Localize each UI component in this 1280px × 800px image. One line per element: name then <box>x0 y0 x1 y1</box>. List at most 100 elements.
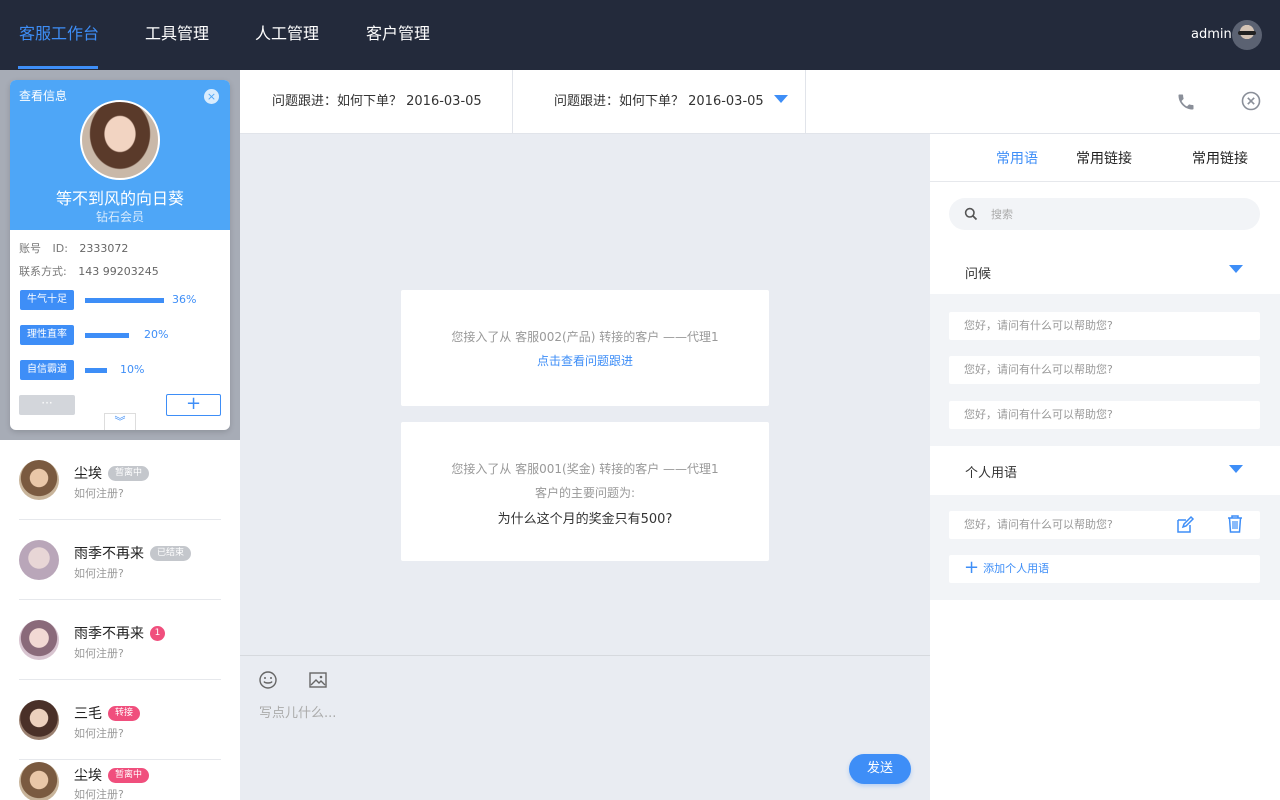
customer-card-header: 查看信息 × 等不到风的向日葵 钻石会员 <box>10 80 230 230</box>
unread-count-badge: 1 <box>150 625 165 641</box>
quick-reply-panel: 常用语 常用链接 常用链接 搜索 问候 您好，请问有什么可以帮助您? 您好，请问… <box>930 134 1280 800</box>
dropdown-caret-icon[interactable] <box>773 95 788 103</box>
conversation-name: 三毛 转接 <box>74 703 141 723</box>
trait-tag[interactable]: 牛气十足 <box>20 290 74 310</box>
conversation-name: 尘埃 暂离中 <box>74 463 150 483</box>
avatar <box>19 620 59 660</box>
conversation-name: 雨季不再来 1 <box>74 623 165 643</box>
transfer-notice: 您接入了从 客服001(奖金) 转接的客户 ——代理1 <box>451 462 719 476</box>
add-phrase-label: 添加个人用语 <box>983 562 1050 575</box>
phrase-item[interactable]: 您好，请问有什么可以帮助您? <box>949 312 1260 340</box>
greeting-section-title[interactable]: 问候 <box>965 263 991 282</box>
edit-icon[interactable] <box>1175 515 1195 535</box>
contact-value: 143 99203245 <box>78 265 159 278</box>
customer-level: 钻石会员 <box>95 210 144 224</box>
trait-percent: 36% <box>172 293 197 306</box>
session-tab-active[interactable]: 问题跟进：如何下单？ 2016-03-05 <box>554 70 788 133</box>
customer-avatar <box>80 100 160 180</box>
id-value: 2333072 <box>79 242 129 255</box>
plus-icon: + <box>964 557 980 578</box>
tab-common-links-2[interactable]: 常用链接 <box>1192 148 1248 168</box>
account-id-row: 账号 ID: 2333072 <box>19 240 128 256</box>
top-nav-bar: 客服工作台 工具管理 人工管理 客户管理 admin <box>0 0 1280 70</box>
tab-common-phrases[interactable]: 常用语 <box>996 148 1038 168</box>
nav-active-indicator <box>18 66 98 69</box>
conversation-item[interactable]: 尘埃 暂离中 如何注册? <box>0 440 240 520</box>
customer-info-card: 查看信息 × 等不到风的向日葵 钻石会员 账号 ID: 2333072 联系方式… <box>10 80 230 430</box>
trait-percent: 20% <box>144 328 169 341</box>
conversation-item[interactable]: 雨季不再来 1 如何注册? <box>0 600 240 680</box>
trait-percent: 10% <box>120 363 145 376</box>
close-session-icon[interactable] <box>1241 91 1261 111</box>
system-message: 您接入了从 客服001(奖金) 转接的客户 ——代理1 客户的主要问题为: 为什… <box>401 422 769 561</box>
transfer-notice: 您接入了从 客服002(产品) 转接的客户 ——代理1 <box>451 330 719 344</box>
issue-label: 客户的主要问题为: <box>534 486 636 500</box>
trash-icon[interactable] <box>1226 514 1244 534</box>
collapse-caret-icon[interactable] <box>1229 265 1243 273</box>
add-phrase-button[interactable]: + 添加个人用语 <box>949 555 1260 583</box>
customer-name: 等不到风的向日葵 <box>55 189 184 208</box>
conversation-preview: 如何注册? <box>74 788 124 800</box>
trait-tag[interactable]: 理性直率 <box>20 325 74 345</box>
phrase-item[interactable]: 您好，请问有什么可以帮助您? <box>949 401 1260 429</box>
view-issue-link[interactable]: 点击查看问题跟进 <box>401 352 769 369</box>
conversation-item[interactable]: 尘埃 暂离中 如何注册? <box>0 760 240 800</box>
trait-tag[interactable]: 自信霸道 <box>20 360 74 380</box>
divider <box>930 181 1280 182</box>
admin-avatar[interactable] <box>1232 20 1262 50</box>
image-icon[interactable] <box>308 670 328 690</box>
search-placeholder: 搜索 <box>991 208 1013 221</box>
emoji-icon[interactable] <box>258 670 278 690</box>
divider <box>805 70 806 133</box>
customer-card-title: 查看信息 <box>19 89 68 103</box>
contact-label: 联系方式: <box>19 265 67 278</box>
conversation-preview: 如何注册? <box>74 487 124 500</box>
conversation-item[interactable]: 雨季不再来 已结束 如何注册? <box>0 520 240 600</box>
phrase-item[interactable]: 您好，请问有什么可以帮助您? <box>949 356 1260 384</box>
nav-item-service-workbench[interactable]: 客服工作台 <box>19 0 99 70</box>
account-label: 账号 <box>19 242 41 255</box>
conversation-preview: 如何注册? <box>74 727 124 740</box>
issue-text: 为什么这个月的奖金只有500? <box>497 512 673 527</box>
personal-section-title[interactable]: 个人用语 <box>965 462 1017 481</box>
phone-icon[interactable] <box>1176 92 1196 112</box>
status-badge: 转接 <box>108 705 141 721</box>
status-badge: 暂离中 <box>108 767 150 783</box>
conversation-preview: 如何注册? <box>74 647 124 660</box>
session-tab-bar: 问题跟进：如何下单？ 2016-03-05 问题跟进：如何下单？ 2016-03… <box>240 70 1280 134</box>
status-badge: 暂离中 <box>108 465 150 481</box>
search-icon <box>964 207 978 221</box>
nav-item-customer-management[interactable]: 客户管理 <box>366 0 430 70</box>
message-composer: 写点儿什么... 发送 <box>240 655 930 800</box>
id-label: ID: <box>52 242 68 255</box>
trait-bar <box>85 333 129 338</box>
more-tags-button[interactable]: ··· <box>19 395 75 415</box>
trait-bar <box>85 298 164 303</box>
system-message: 您接入了从 客服002(产品) 转接的客户 ——代理1 点击查看问题跟进 <box>401 290 769 406</box>
tab-common-links[interactable]: 常用链接 <box>1076 148 1132 168</box>
search-input[interactable]: 搜索 <box>949 198 1260 230</box>
conversation-list: 尘埃 暂离中 如何注册? 雨季不再来 已结束 如何注册? 雨季不再来 1 如何注册? … <box>0 440 240 800</box>
session-tab[interactable]: 问题跟进：如何下单？ 2016-03-05 <box>272 70 482 133</box>
admin-username[interactable]: admin <box>1191 27 1232 42</box>
avatar <box>19 700 59 740</box>
chevron-double-down-icon[interactable]: ︾ <box>104 413 136 430</box>
send-button[interactable]: 发送 <box>849 754 911 784</box>
conversation-preview: 如何注册? <box>74 567 124 580</box>
message-input[interactable]: 写点儿什么... <box>259 702 336 721</box>
conversation-name: 尘埃 暂离中 <box>74 765 150 785</box>
contact-row: 联系方式: 143 99203245 <box>19 263 159 279</box>
nav-item-tool-management[interactable]: 工具管理 <box>145 0 209 70</box>
chat-message-area: 您接入了从 客服002(产品) 转接的客户 ——代理1 点击查看问题跟进 您接入… <box>240 134 930 655</box>
avatar <box>19 762 59 800</box>
avatar <box>19 540 59 580</box>
close-icon[interactable]: × <box>204 89 219 104</box>
divider <box>512 70 513 133</box>
phrase-item[interactable]: 您好，请问有什么可以帮助您? <box>949 511 1260 539</box>
status-badge: 已结束 <box>150 545 192 561</box>
nav-item-staff-management[interactable]: 人工管理 <box>255 0 319 70</box>
conversation-item[interactable]: 三毛 转接 如何注册? <box>0 680 240 760</box>
trait-bar <box>85 368 107 373</box>
collapse-caret-icon[interactable] <box>1229 465 1243 473</box>
add-tag-button[interactable]: + <box>166 394 221 416</box>
